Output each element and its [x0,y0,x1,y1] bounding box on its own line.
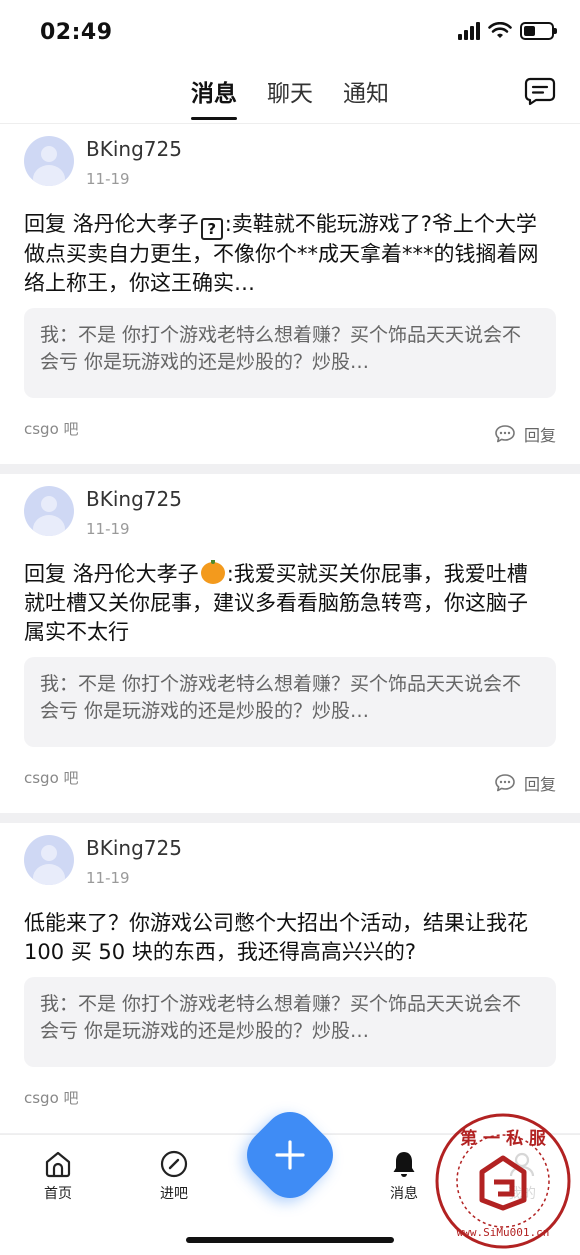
signal-icon [458,22,480,40]
top-header: 消息 聊天 通知 [0,66,580,124]
user-name[interactable]: BKing725 [86,486,182,512]
reply-button[interactable]: 回复 [494,422,556,446]
post-date: 11-19 [86,170,130,188]
forum-name[interactable]: csgo 吧 [24,1087,79,1108]
reply-text[interactable]: 回复 洛丹伦大孝子:我爱买就买关你屁事，我爱吐槽就吐槽又关你屁事，建议多看看脑筋… [24,560,556,647]
tab-messages-nav[interactable]: 消息 [364,1149,444,1203]
reply-card[interactable]: BKing725 11-19 低能来了？你游戏公司憋个大招出个活动，结果让我花 … [0,823,580,1133]
tab-messages[interactable]: 消息 [191,74,237,120]
reply-button-label: 回复 [523,775,556,794]
tab-home[interactable]: 首页 [18,1149,98,1203]
quoted-original[interactable]: 我：不是 你打个游戏老特么想着赚？买个饰品天天说会不会亏 你是玩游戏的还是炒股的… [24,977,556,1067]
reply-button-label: 回复 [523,426,556,445]
avatar[interactable] [24,835,74,885]
tab-notifications[interactable]: 通知 [343,74,389,120]
reply-prefix: 回复 洛丹伦大孝子 [24,562,199,586]
status-time: 02:49 [40,20,113,45]
user-name[interactable]: BKing725 [86,835,182,861]
reply-card[interactable]: BKing725 11-19 回复 洛丹伦大孝子:我爱买就买关你屁事，我爱吐槽就… [0,474,580,813]
battery-icon [520,22,557,40]
forum-name[interactable]: csgo 吧 [24,767,79,788]
quoted-original[interactable]: 我：不是 你打个游戏老特么想着赚？买个饰品天天说会不会亏 你是玩游戏的还是炒股的… [24,657,556,747]
profile-icon [509,1152,535,1177]
message-square-icon[interactable] [524,76,556,106]
quoted-original[interactable]: 我：不是 你打个游戏老特么想着赚？买个饰品天天说会不会亏 你是玩游戏的还是炒股的… [24,308,556,398]
tab-chat[interactable]: 聊天 [267,74,313,120]
reply-button[interactable]: 回复 [494,771,556,795]
comment-icon [495,774,515,792]
reply-text[interactable]: 回复 洛丹伦大孝子?:卖鞋就不能玩游戏了?爷上个大学做点买卖自力更生，不像你个*… [24,210,556,298]
reply-card[interactable]: BKing725 11-19 回复 洛丹伦大孝子?:卖鞋就不能玩游戏了?爷上个大… [0,124,580,464]
compass-icon [160,1150,188,1178]
avatar[interactable] [24,136,74,186]
tab-messages-nav-label: 消息 [390,1186,418,1202]
home-indicator [186,1237,394,1243]
tab-profile[interactable]: 我的 [482,1149,562,1203]
tab-forums-label: 进吧 [160,1186,188,1202]
card-header: BKing725 11-19 [24,124,556,210]
wifi-icon [488,22,512,38]
reply-text[interactable]: 低能来了？你游戏公司憋个大招出个活动，结果让我花 100 买 50 块的东西，我… [24,909,556,967]
tab-forums[interactable]: 进吧 [134,1149,214,1203]
reply-prefix: 回复 洛丹伦大孝子 [24,212,199,236]
card-header: BKing725 11-19 [24,823,556,909]
card-header: BKing725 11-19 [24,474,556,560]
question-box-icon: ? [200,218,223,240]
post-date: 11-19 [86,520,130,538]
comment-icon [495,425,515,443]
pumpkin-icon [200,560,225,584]
tab-home-label: 首页 [44,1186,72,1202]
home-icon [45,1151,71,1178]
reply-feed[interactable]: BKing725 11-19 回复 洛丹伦大孝子?:卖鞋就不能玩游戏了?爷上个大… [0,124,580,1134]
plus-icon[interactable] [252,1117,328,1193]
avatar[interactable] [24,486,74,536]
bell-icon [393,1152,415,1177]
tab-profile-label: 我的 [508,1186,536,1202]
status-icons [458,22,557,40]
message-tabs: 消息 聊天 通知 [0,74,580,120]
status-bar: 02:49 [0,0,580,66]
bottom-tab-bar: 首页 进吧 消息 我的 [0,1101,580,1255]
user-name[interactable]: BKing725 [86,136,182,162]
forum-name[interactable]: csgo 吧 [24,418,79,439]
post-date: 11-19 [86,869,130,887]
